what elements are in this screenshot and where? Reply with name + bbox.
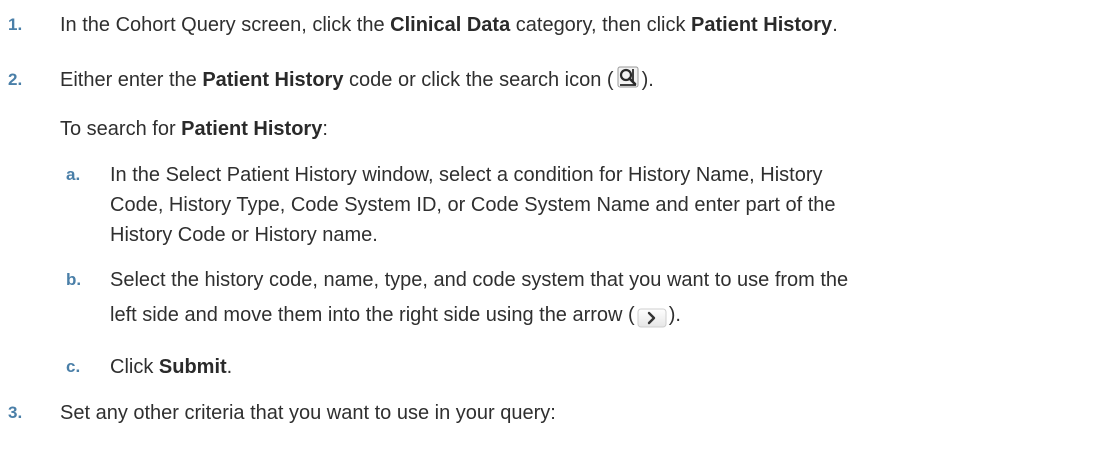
bold-term: Patient History bbox=[202, 69, 344, 91]
text-segment: : bbox=[322, 118, 328, 140]
substep-letter: c. bbox=[66, 357, 81, 376]
substep-line: Click Submit. bbox=[110, 352, 232, 382]
text-segment: Either enter the bbox=[60, 69, 203, 91]
text-segment: In the Cohort Query screen, click the bbox=[60, 14, 391, 36]
substep-line: In the Select Patient History window, se… bbox=[110, 164, 823, 186]
step-text: Set any other criteria that you want to … bbox=[60, 402, 556, 424]
text-segment: Click bbox=[110, 356, 159, 378]
text-segment: To search for bbox=[60, 118, 182, 140]
step-text: Either enter the Patient History code or… bbox=[60, 65, 654, 99]
document: 1. In the Cohort Query screen, click the… bbox=[0, 0, 1107, 455]
text-segment: code or click the search icon ( bbox=[343, 69, 614, 91]
substep-line: Code, History Type, Code System ID, or C… bbox=[110, 194, 836, 216]
step-text: In the Cohort Query screen, click the Cl… bbox=[60, 10, 838, 40]
substep-line: Select the history code, name, type, and… bbox=[110, 269, 849, 291]
bold-term: Patient History bbox=[181, 118, 323, 140]
step-number: 3. bbox=[8, 403, 23, 422]
substep-letter: b. bbox=[66, 270, 82, 289]
text-segment: category, then click bbox=[510, 14, 692, 36]
text-segment: left side and move them into the right s… bbox=[110, 304, 635, 326]
substep-line: History Code or History name. bbox=[110, 224, 378, 246]
substep-line: left side and move them into the right s… bbox=[110, 300, 681, 334]
text-segment: ). bbox=[668, 304, 681, 326]
bold-term: Submit bbox=[158, 356, 227, 378]
bold-term: Clinical Data bbox=[390, 14, 511, 36]
search-intro-text: To search for Patient History: bbox=[60, 114, 328, 144]
step-number: 2. bbox=[8, 70, 23, 89]
text-segment: . bbox=[226, 356, 233, 378]
search-icon bbox=[616, 66, 640, 99]
text-segment: . bbox=[832, 14, 838, 36]
step-number: 1. bbox=[8, 15, 23, 34]
bold-term: Patient History bbox=[691, 14, 833, 36]
arrow-right-icon bbox=[637, 304, 667, 334]
text-segment: ). bbox=[641, 69, 654, 91]
substep-letter: a. bbox=[66, 165, 81, 184]
